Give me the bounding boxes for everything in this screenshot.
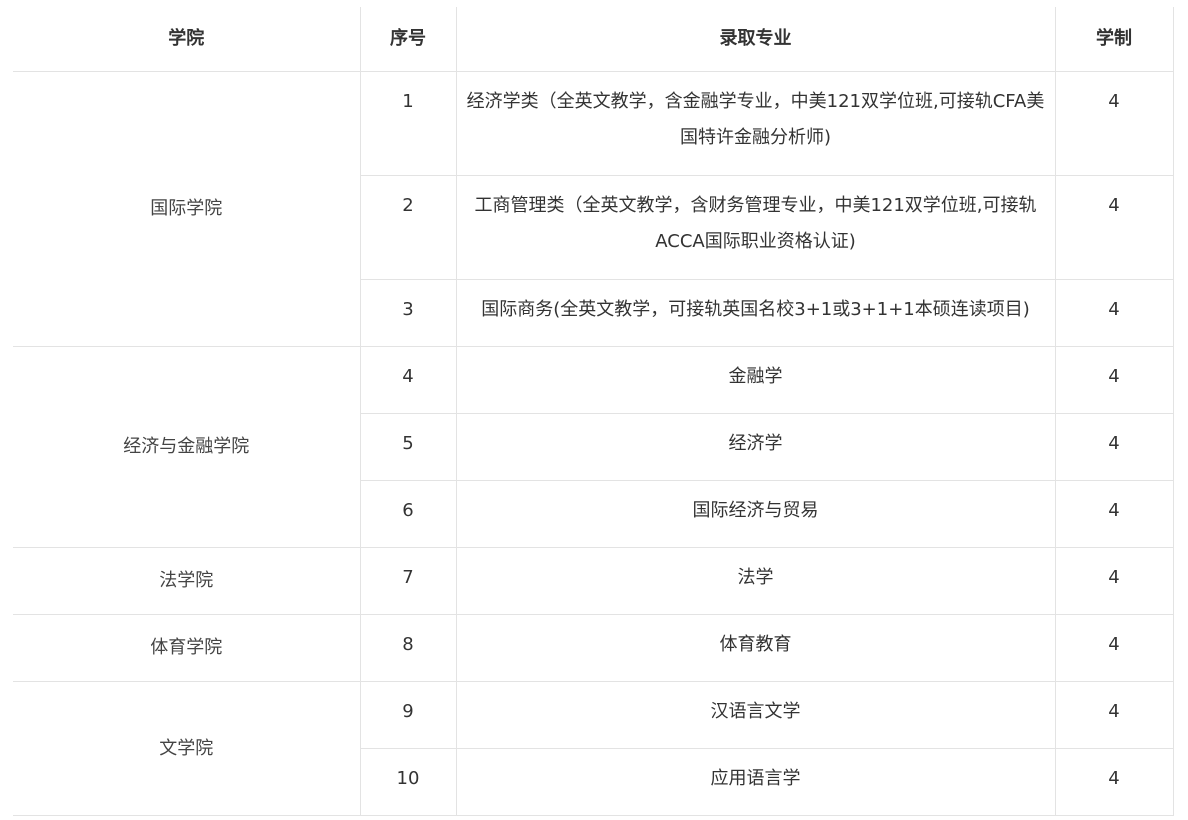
years-cell: 4 <box>1054 175 1174 280</box>
major-cell: 经济学 <box>455 413 1056 481</box>
college-cell: 体育学院 <box>13 614 361 682</box>
major-cell: 金融学 <box>455 346 1056 414</box>
college-cell: 法学院 <box>13 547 361 615</box>
years-cell: 4 <box>1054 547 1174 615</box>
number-cell: 9 <box>359 681 457 749</box>
years-cell: 4 <box>1054 681 1174 749</box>
number-cell: 5 <box>360 413 457 481</box>
header-years: 学制 <box>1054 7 1174 72</box>
number-cell: 4 <box>359 346 457 414</box>
years-cell: 4 <box>1054 279 1174 347</box>
years-cell: 4 <box>1054 748 1174 816</box>
major-cell: 应用语言学 <box>455 748 1056 816</box>
years-cell: 4 <box>1054 480 1174 548</box>
table-row: 体育学院 8 体育教育 4 <box>13 614 1174 682</box>
years-cell: 4 <box>1054 71 1174 176</box>
major-cell: 汉语言文学 <box>455 681 1056 749</box>
table-row: 经济与金融学院 4 金融学 4 <box>13 346 1174 548</box>
page: 学院 序号 录取专业 学制 国际学院 1 经济学类（全英文教学，含金融学专业，中… <box>0 0 1188 820</box>
years-cell: 4 <box>1054 614 1174 682</box>
number-cell: 1 <box>359 71 457 176</box>
header-college: 学院 <box>13 7 361 72</box>
major-cell: 工商管理类（全英文教学，含财务管理专业，中美121双学位班,可接轨ACCA国际职… <box>455 175 1056 280</box>
table-row: 国际学院 1 经济学类（全英文教学，含金融学专业，中美121双学位班,可接轨CF… <box>13 71 1174 347</box>
number-cell: 10 <box>360 748 457 816</box>
major-cell: 法学 <box>455 547 1056 615</box>
number-cell: 8 <box>359 614 457 682</box>
major-cell: 国际商务(全英文教学，可接轨英国名校3+1或3+1+1本硕连读项目) <box>455 279 1056 347</box>
number-cell: 2 <box>360 175 457 280</box>
number-cell: 7 <box>359 547 457 615</box>
college-cell: 经济与金融学院 <box>13 346 361 548</box>
college-cell: 国际学院 <box>13 71 361 347</box>
years-cell: 4 <box>1054 413 1174 481</box>
table-row: 法学院 7 法学 4 <box>13 547 1174 615</box>
header-number: 序号 <box>359 7 457 72</box>
header-major: 录取专业 <box>455 7 1056 72</box>
major-cell: 国际经济与贸易 <box>455 480 1056 548</box>
years-cell: 4 <box>1054 346 1174 414</box>
table-row: 文学院 9 汉语言文学 4 <box>13 681 1174 816</box>
table-header-row: 学院 序号 录取专业 学制 <box>13 7 1174 72</box>
major-cell: 体育教育 <box>455 614 1056 682</box>
admissions-table: 学院 序号 录取专业 学制 国际学院 1 经济学类（全英文教学，含金融学专业，中… <box>13 7 1174 816</box>
number-cell: 6 <box>360 480 457 548</box>
major-cell: 经济学类（全英文教学，含金融学专业，中美121双学位班,可接轨CFA美国特许金融… <box>455 71 1056 176</box>
number-cell: 3 <box>360 279 457 347</box>
college-cell: 文学院 <box>13 681 361 816</box>
